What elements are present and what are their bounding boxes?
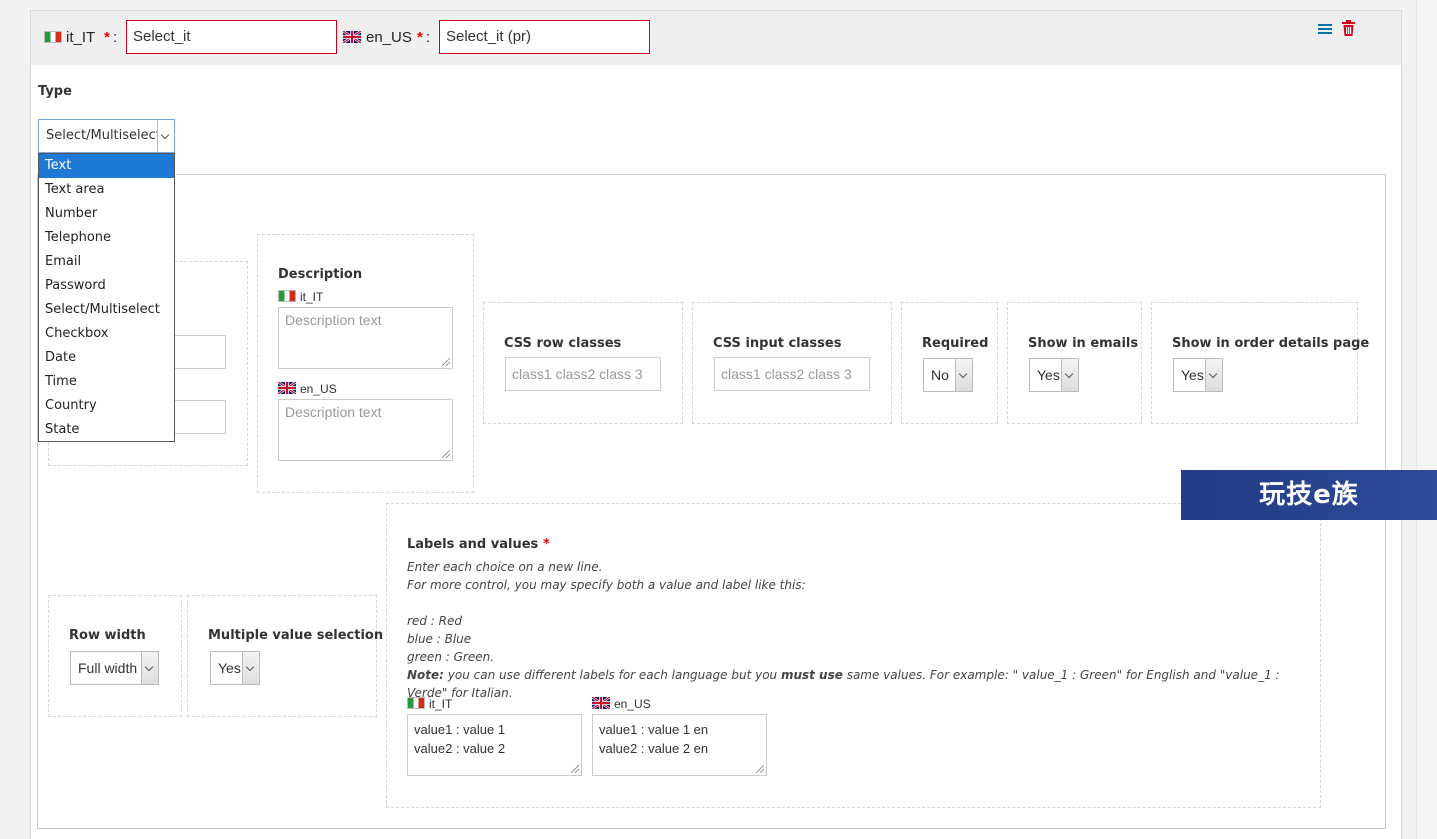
- header-lang-it: it_IT: [66, 29, 96, 46]
- type-select[interactable]: Select/Multiselect: [38, 119, 175, 153]
- description-placeholder: Description text: [285, 404, 382, 420]
- type-option[interactable]: State: [39, 418, 174, 442]
- required-select[interactable]: No: [923, 358, 973, 392]
- values-en-text: value1 : value 1 en value2 : value 2 en: [599, 722, 709, 756]
- type-option[interactable]: Password: [39, 274, 174, 298]
- multiple-value: Yes: [218, 660, 241, 676]
- italy-flag-icon: [44, 31, 62, 43]
- header-lang-en: en_US: [366, 29, 412, 46]
- required-value: No: [931, 367, 949, 383]
- type-option[interactable]: Number: [39, 202, 174, 226]
- values-lang-it: it_IT: [429, 697, 453, 711]
- show-order-label: Show in order details page: [1172, 336, 1370, 351]
- labels-values-help: Enter each choice on a new line. For mor…: [407, 558, 1307, 702]
- description-label: Description: [278, 267, 363, 282]
- type-option[interactable]: Country: [39, 394, 174, 418]
- type-option[interactable]: Telephone: [39, 226, 174, 250]
- labels-values-label: Labels and values *: [407, 537, 550, 552]
- help-line: red : Red: [407, 614, 462, 628]
- values-en-textarea[interactable]: value1 : value 1 en value2 : value 2 en: [592, 714, 767, 776]
- help-line: [407, 594, 1307, 612]
- field-name-en-input[interactable]: Select_it (pr): [439, 20, 650, 54]
- hidden-input-1[interactable]: [170, 335, 226, 369]
- type-option[interactable]: Text: [39, 154, 174, 178]
- colon: :: [426, 29, 431, 46]
- type-select-value: Select/Multiselect: [46, 128, 161, 143]
- row-width-value: Full width: [78, 660, 138, 676]
- values-it-text: value1 : value 1 value2 : value 2: [414, 722, 506, 756]
- show-emails-select[interactable]: Yes: [1029, 358, 1079, 392]
- italy-flag-icon: [278, 290, 296, 302]
- chevron-down-icon: [157, 120, 174, 152]
- values-it-textarea[interactable]: value1 : value 1 value2 : value 2: [407, 714, 582, 776]
- resize-grip-icon[interactable]: [756, 765, 764, 773]
- italy-flag-icon: [407, 697, 425, 709]
- description-lang-en: en_US: [300, 382, 337, 396]
- row-width-label: Row width: [69, 628, 146, 643]
- css-input-input[interactable]: class1 class2 class 3: [714, 357, 870, 391]
- css-row-label: CSS row classes: [504, 336, 622, 351]
- trash-icon[interactable]: [1341, 20, 1356, 37]
- hidden-input-2[interactable]: [170, 400, 226, 434]
- watermark-logo: 玩技e族: [1181, 470, 1437, 520]
- type-option[interactable]: Text area: [39, 178, 174, 202]
- type-option[interactable]: Select/Multiselect: [39, 298, 174, 322]
- resize-grip-icon[interactable]: [571, 765, 579, 773]
- colon: :: [113, 29, 118, 46]
- type-option[interactable]: Time: [39, 370, 174, 394]
- help-line: Enter each choice on a new line.: [407, 560, 603, 574]
- chevron-down-icon: [1061, 359, 1078, 391]
- help-line: For more control, you may specify both a…: [407, 578, 806, 592]
- uk-flag-icon: [592, 697, 610, 709]
- chevron-down-icon: [955, 359, 972, 391]
- values-lang-en: en_US: [614, 697, 651, 711]
- show-order-value: Yes: [1181, 367, 1204, 383]
- show-order-select[interactable]: Yes: [1173, 358, 1223, 392]
- css-row-input[interactable]: class1 class2 class 3: [505, 357, 661, 391]
- description-en-textarea[interactable]: Description text: [278, 399, 453, 461]
- resize-grip-icon[interactable]: [442, 450, 450, 458]
- type-option[interactable]: Checkbox: [39, 322, 174, 346]
- field-name-it-input[interactable]: Select_it: [126, 20, 337, 54]
- uk-flag-icon: [278, 382, 296, 394]
- type-option[interactable]: Email: [39, 250, 174, 274]
- help-line: blue : Blue: [407, 632, 472, 646]
- resize-grip-icon[interactable]: [442, 358, 450, 366]
- required-label: Required: [922, 336, 989, 351]
- type-label: Type: [38, 84, 72, 99]
- show-emails-value: Yes: [1037, 367, 1060, 383]
- description-lang-it: it_IT: [300, 290, 324, 304]
- css-input-label: CSS input classes: [713, 336, 842, 351]
- type-option[interactable]: Date: [39, 346, 174, 370]
- chevron-down-icon: [242, 652, 259, 684]
- menu-icon[interactable]: [1317, 21, 1333, 37]
- help-line: green : Green.: [407, 650, 495, 664]
- row-width-select[interactable]: Full width: [70, 651, 159, 685]
- required-mark: *: [104, 29, 110, 46]
- help-note: Note: you can use different labels for e…: [407, 668, 1280, 700]
- chevron-down-icon: [1205, 359, 1222, 391]
- type-dropdown-list: Text Text area Number Telephone Email Pa…: [38, 153, 175, 442]
- uk-flag-icon: [343, 31, 361, 43]
- multiple-select[interactable]: Yes: [210, 651, 260, 685]
- description-placeholder: Description text: [285, 312, 382, 328]
- required-mark: *: [417, 29, 423, 46]
- chevron-down-icon: [141, 652, 158, 684]
- description-it-textarea[interactable]: Description text: [278, 307, 453, 369]
- right-scroll-strip: [1416, 0, 1437, 839]
- multiple-label: Multiple value selection: [208, 628, 384, 643]
- show-emails-label: Show in emails: [1028, 336, 1139, 351]
